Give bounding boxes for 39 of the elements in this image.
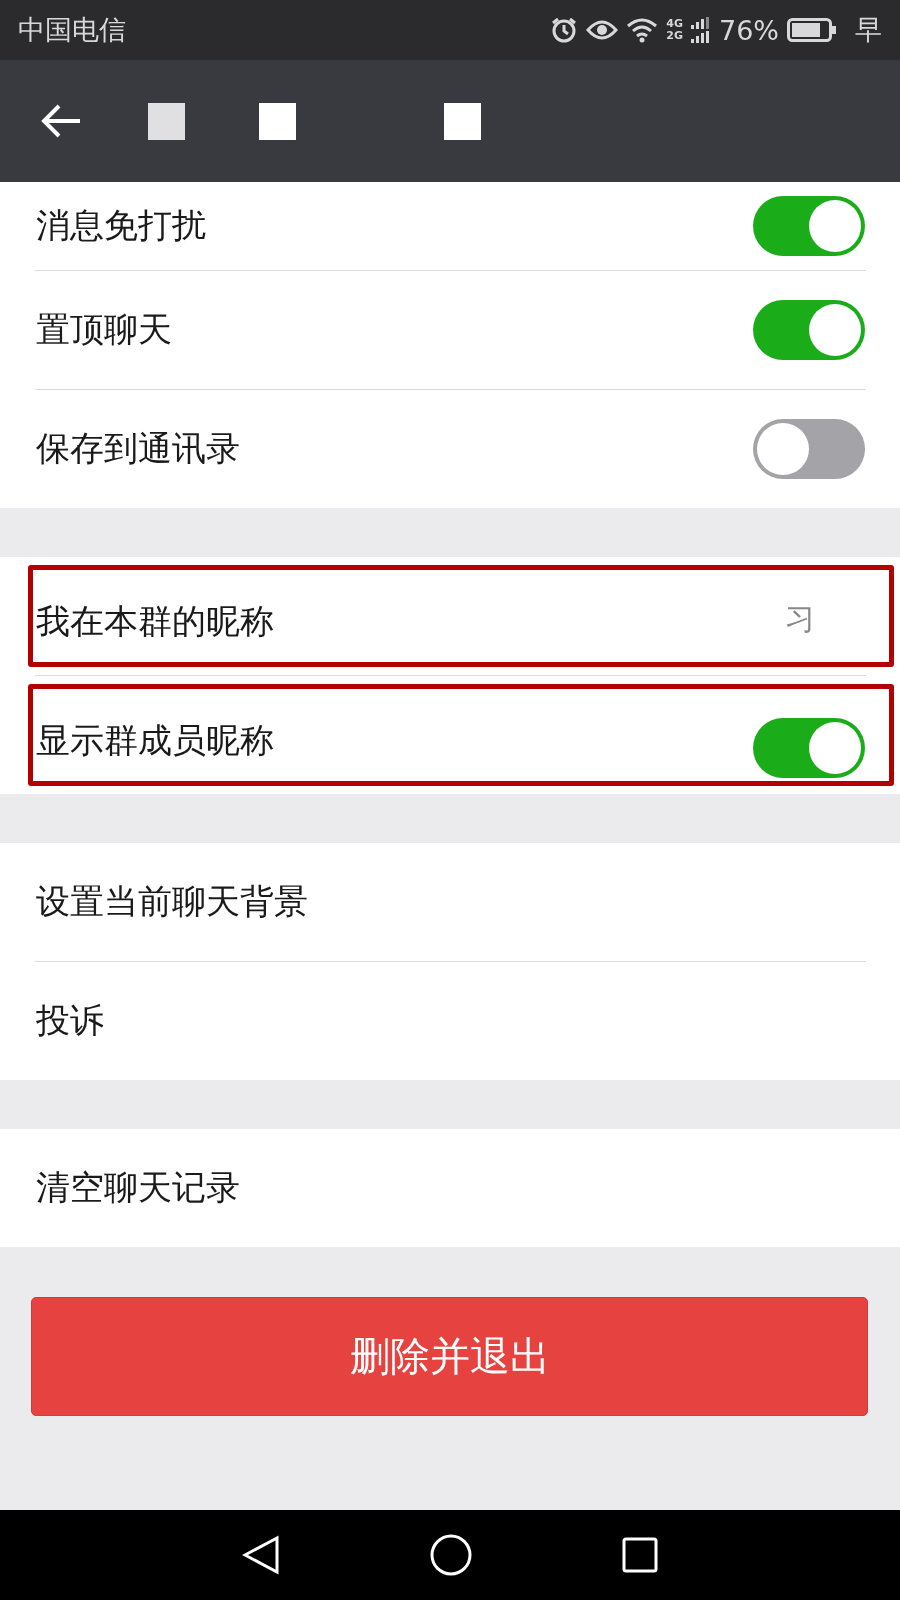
status-text: 早	[855, 13, 882, 47]
wifi-icon	[626, 17, 659, 43]
row-label: 投诉	[36, 999, 105, 1042]
settings-row[interactable]: 消息免打扰	[0, 182, 900, 270]
toggle-switch[interactable]	[753, 300, 865, 360]
toggle-switch[interactable]	[753, 196, 865, 256]
settings-row[interactable]: 设置当前聊天背景	[0, 843, 900, 961]
settings-row[interactable]: 保存到通讯录	[0, 390, 900, 508]
row-label: 设置当前聊天背景	[36, 880, 309, 923]
network-label: 4G	[666, 18, 683, 30]
redaction-mark	[259, 102, 296, 140]
back-triangle-icon[interactable]	[242, 1535, 280, 1575]
eye-icon	[586, 18, 619, 42]
nickname-value: 习	[785, 600, 815, 638]
signal-icon	[691, 17, 711, 43]
home-circle-icon[interactable]	[430, 1534, 472, 1576]
settings-row[interactable]: 我在本群的昵称 习	[0, 557, 900, 675]
delete-and-exit-button[interactable]: 删除并退出	[31, 1297, 868, 1416]
recents-square-icon[interactable]	[622, 1537, 658, 1573]
settings-row[interactable]: 投诉	[0, 962, 900, 1080]
settings-row[interactable]: 显示群成员昵称	[0, 676, 900, 794]
toggle-switch[interactable]	[753, 718, 865, 778]
alarm-clock-icon	[550, 16, 579, 44]
row-label: 保存到通讯录	[36, 427, 241, 470]
row-label: 我在本群的昵称	[36, 600, 275, 643]
settings-row[interactable]: 置顶聊天	[0, 271, 900, 389]
carrier-name: 中国电信	[18, 13, 126, 47]
battery-percent: 76%	[719, 14, 779, 46]
redaction-mark	[444, 102, 481, 140]
network-label: 2G	[666, 30, 683, 42]
row-label: 清空聊天记录	[36, 1166, 241, 1209]
row-label: 消息免打扰	[36, 204, 207, 247]
row-label: 显示群成员昵称	[36, 719, 275, 762]
toggle-switch[interactable]	[753, 419, 865, 479]
settings-row[interactable]: 清空聊天记录	[0, 1129, 900, 1247]
battery-icon	[787, 18, 837, 42]
back-arrow-icon[interactable]	[40, 103, 82, 139]
row-label: 置顶聊天	[36, 308, 173, 351]
redaction-mark	[148, 102, 185, 140]
